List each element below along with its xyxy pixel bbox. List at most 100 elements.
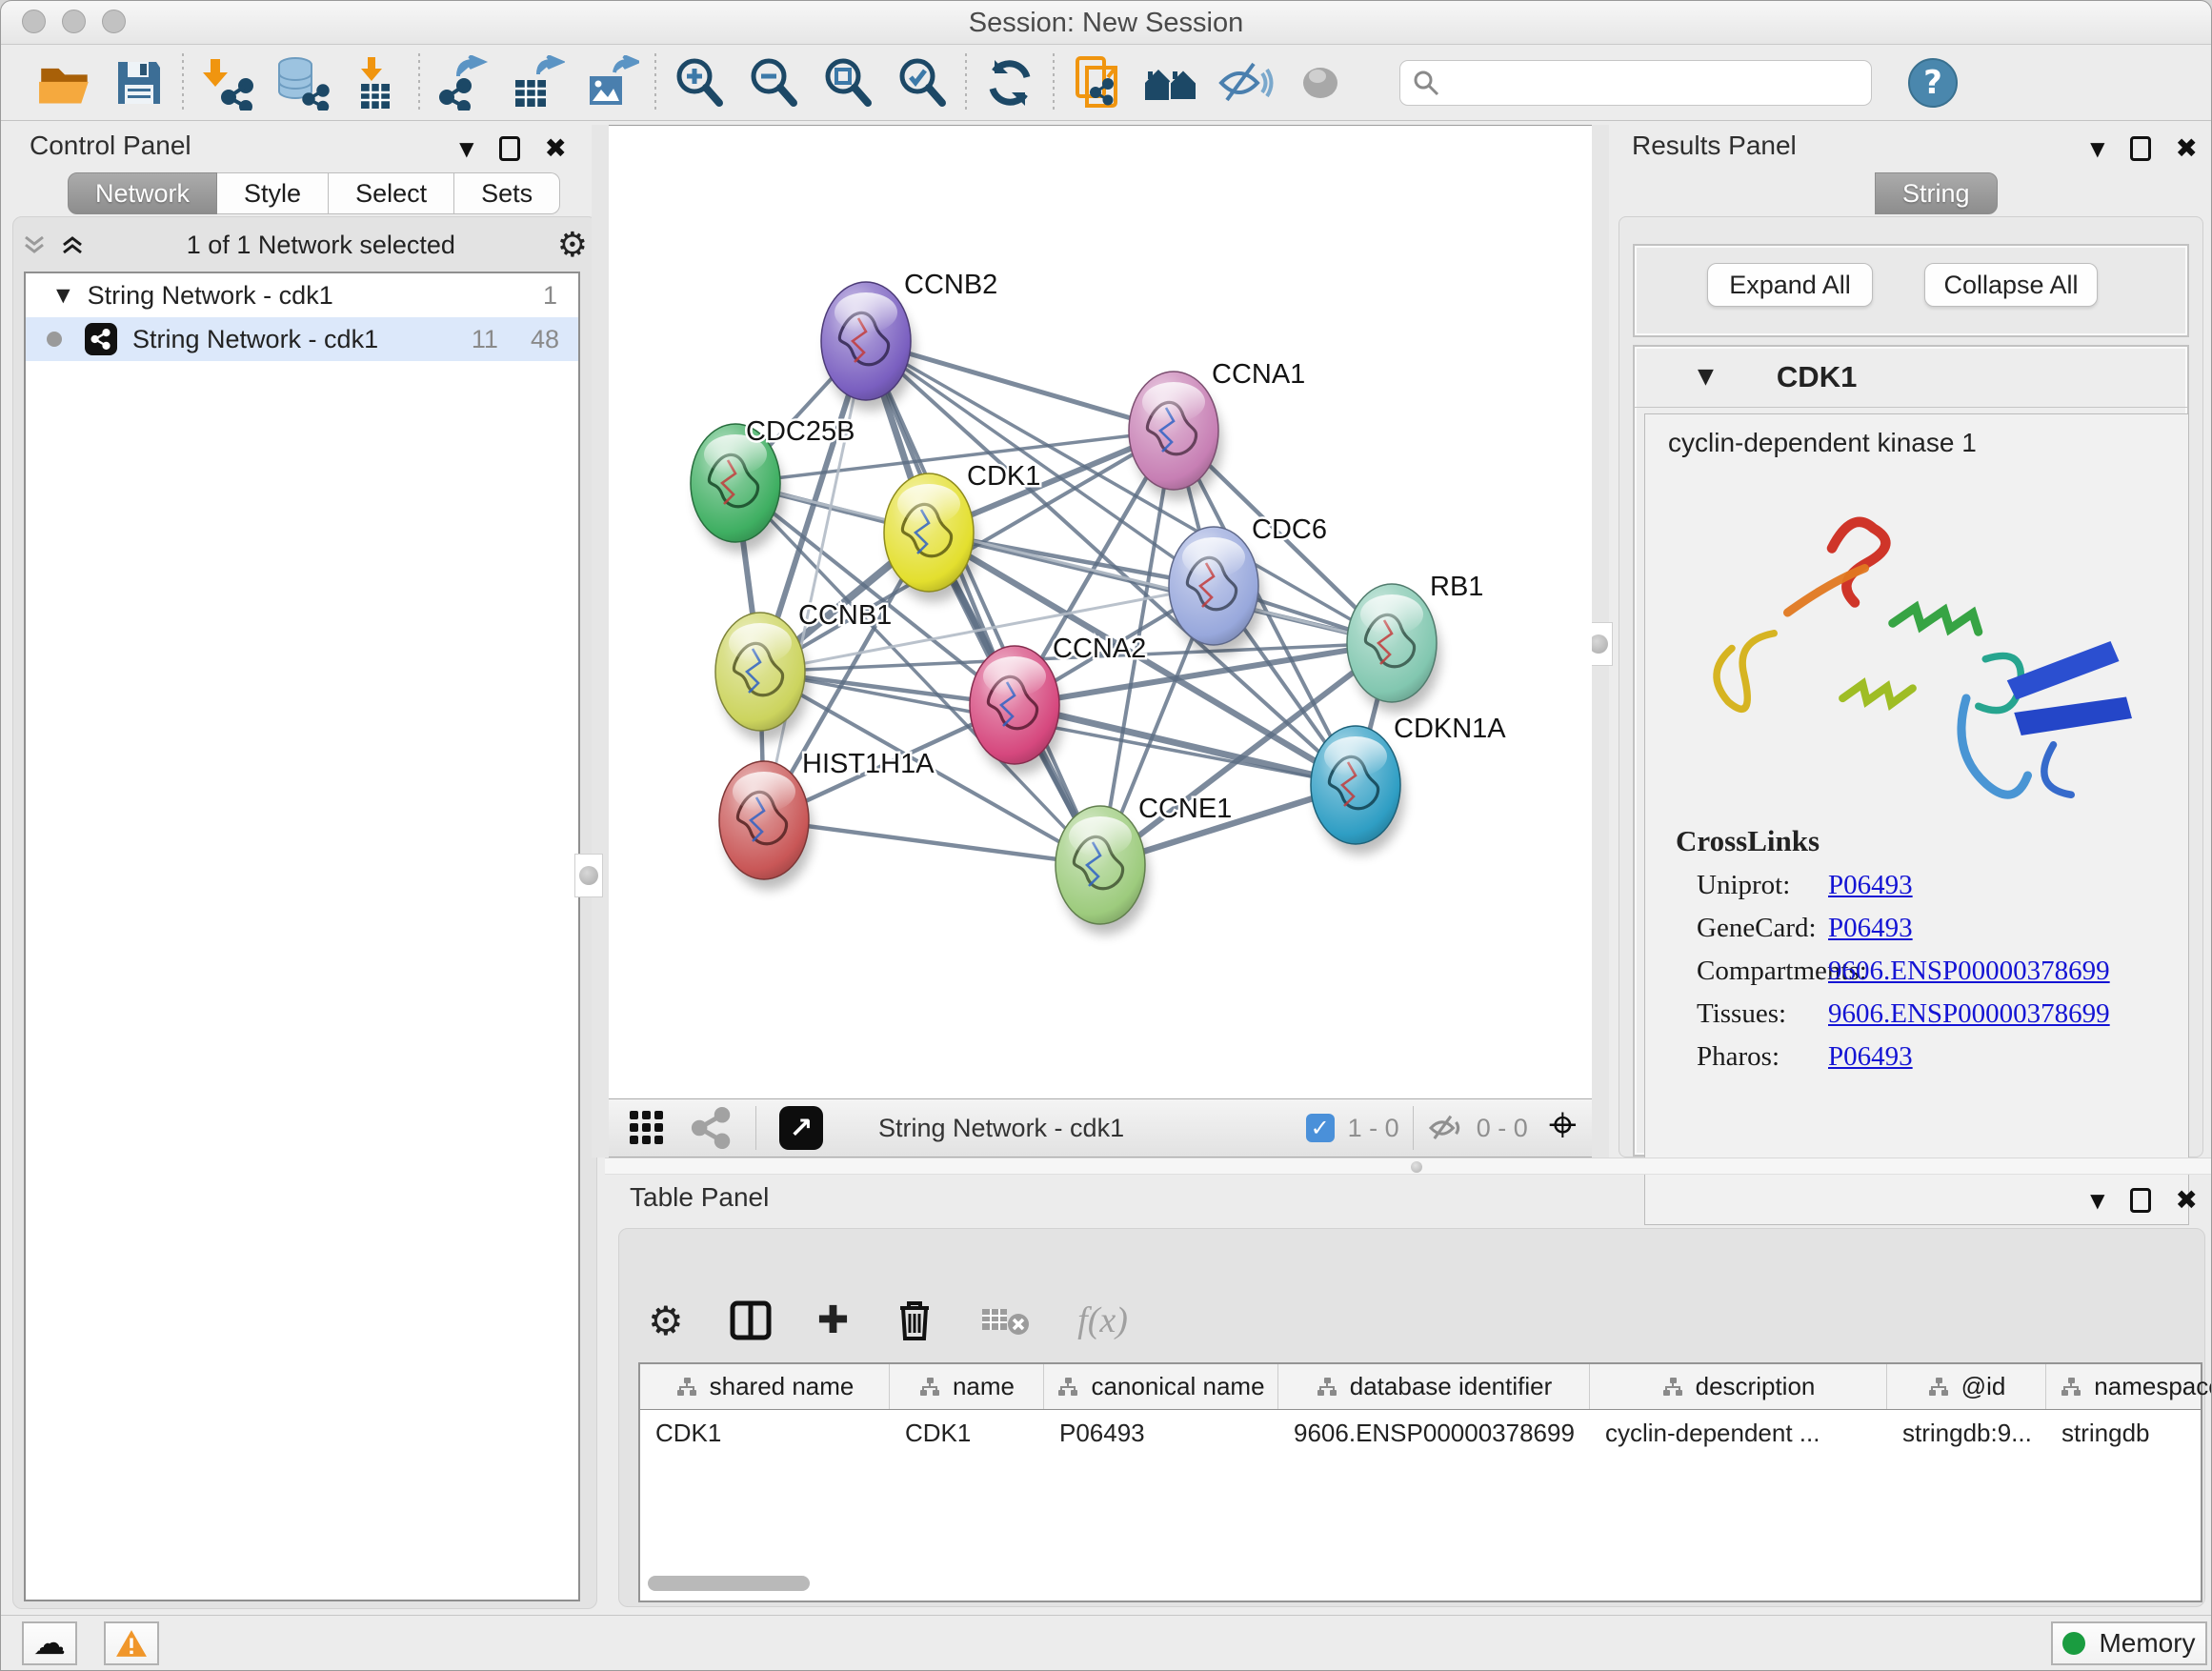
table-cell[interactable]: CDK1 (640, 1410, 890, 1456)
control-panel-float-icon[interactable] (499, 136, 520, 161)
node-CDKN1A[interactable]: CDKN1A (1311, 714, 1506, 855)
save-session-button[interactable] (102, 52, 176, 113)
hide-selected-button[interactable] (1209, 52, 1283, 113)
string-import-button[interactable] (1060, 52, 1135, 113)
results-panel-float-icon[interactable] (2130, 136, 2151, 161)
node-CCNE1[interactable]: CCNE1 (1056, 794, 1232, 935)
import-network-database-button[interactable] (264, 52, 338, 113)
column-header-canonical-name[interactable]: canonical name (1044, 1364, 1278, 1409)
search-field[interactable] (1399, 60, 1872, 106)
table-cell[interactable]: stringdb:9... (1887, 1410, 2046, 1456)
network-canvas[interactable]: CCNB2CCNA1CDC25BCDK1CDC6RB1CCNB1CCNA2CDK… (609, 125, 1592, 1098)
collapse-all-button[interactable]: Collapse All (1924, 263, 2098, 307)
tab-select[interactable]: Select (329, 172, 454, 214)
help-button[interactable]: ? (1908, 58, 1958, 108)
grid-view-icon[interactable] (628, 1109, 666, 1147)
node-entry-header[interactable]: ▼ CDK1 (1635, 347, 2187, 408)
node-CDC6[interactable]: CDC6 (1169, 514, 1327, 655)
import-network-file-button[interactable] (190, 52, 264, 113)
column-header-name[interactable]: name (890, 1364, 1044, 1409)
table-cell[interactable]: CDK1 (890, 1410, 1044, 1456)
share-view-icon[interactable] (691, 1107, 733, 1149)
column-header-@id[interactable]: @id (1887, 1364, 2046, 1409)
node-table[interactable]: shared namenamecanonical namedatabase id… (638, 1362, 2202, 1602)
first-neighbors-button[interactable] (1135, 52, 1209, 113)
birds-eye-view-button[interactable]: ↗ (779, 1106, 823, 1150)
node-CDC25B[interactable]: CDC25B (691, 416, 855, 553)
edge-CCNA2-CDKN1A[interactable] (1015, 705, 1356, 785)
column-header-namespace[interactable]: namespace (2046, 1364, 2212, 1409)
import-table-file-button[interactable] (338, 52, 412, 113)
memory-button[interactable]: Memory (2051, 1621, 2207, 1665)
open-session-button[interactable] (28, 52, 102, 113)
table-panel-close-icon[interactable]: ✖ (2176, 1184, 2198, 1216)
collapse-all-networks-icon[interactable] (22, 233, 47, 256)
results-panel-collapse-icon[interactable]: ▼ (2090, 137, 2104, 160)
selected-checkbox[interactable]: ✓ (1306, 1114, 1335, 1142)
crosslink-link[interactable]: P06493 (1828, 913, 1913, 944)
network-options-gear-icon[interactable]: ⚙ (557, 226, 588, 265)
zoom-in-button[interactable] (662, 52, 736, 113)
cloud-status-button[interactable]: ☁ (22, 1621, 77, 1665)
crosshair-icon[interactable]: ⌖ (1549, 1097, 1577, 1155)
table-cell[interactable]: stringdb (2046, 1410, 2212, 1456)
control-panel-collapse-icon[interactable]: ▼ (459, 137, 473, 160)
column-header-description[interactable]: description (1590, 1364, 1887, 1409)
node-RB1[interactable]: RB1 (1347, 572, 1483, 713)
column-header-database-identifier[interactable]: database identifier (1278, 1364, 1590, 1409)
delete-table-icon[interactable] (980, 1301, 1032, 1339)
table-splitter-handle[interactable] (1411, 1161, 1422, 1173)
network-collection-row[interactable]: ▼ String Network - cdk1 1 (26, 273, 578, 317)
delete-column-icon[interactable] (895, 1299, 935, 1342)
edge-CCNE1-HIST1H1A[interactable] (764, 820, 1100, 865)
export-network-button[interactable] (426, 52, 500, 113)
table-options-gear-icon[interactable]: ⚙ (648, 1298, 684, 1344)
expand-all-button[interactable]: Expand All (1707, 263, 1873, 307)
zoom-fit-button[interactable] (811, 52, 885, 113)
zoom-selected-button[interactable] (885, 52, 959, 113)
show-all-button[interactable] (1283, 52, 1357, 113)
tab-network[interactable]: Network (68, 172, 217, 214)
node-CDK1[interactable]: CDK1 (884, 461, 1040, 602)
crosslink-link[interactable]: P06493 (1828, 1041, 1913, 1073)
table-cell[interactable]: P06493 (1044, 1410, 1278, 1456)
zoom-out-button[interactable] (736, 52, 811, 113)
table-row[interactable]: CDK1CDK1P064939606.ENSP00000378699cyclin… (640, 1410, 2201, 1456)
node-CCNB1[interactable]: CCNB1 (715, 600, 892, 741)
expand-all-networks-icon[interactable] (60, 233, 85, 256)
string-network-graph[interactable]: CCNB2CCNA1CDC25BCDK1CDC6RB1CCNB1CCNA2CDK… (609, 126, 1592, 1099)
entry-expander-icon[interactable]: ▼ (1698, 365, 1714, 389)
table-splitter[interactable] (605, 1158, 2212, 1175)
edge-CCNB2-CCNE1[interactable] (866, 341, 1100, 865)
node-CCNB2[interactable]: CCNB2 (821, 270, 997, 411)
left-splitter[interactable] (592, 125, 609, 1158)
tab-sets[interactable]: Sets (454, 172, 560, 214)
table-panel-float-icon[interactable] (2130, 1188, 2151, 1213)
table-panel-collapse-icon[interactable]: ▼ (2090, 1189, 2104, 1212)
node-CCNA1[interactable]: CCNA1 (1129, 359, 1305, 500)
warnings-button[interactable] (104, 1621, 159, 1665)
results-panel-close-icon[interactable]: ✖ (2176, 132, 2198, 164)
hidden-eye-icon[interactable] (1427, 1113, 1465, 1143)
refresh-button[interactable] (973, 52, 1047, 113)
network-row[interactable]: String Network - cdk1 11 48 (26, 317, 578, 361)
table-cell[interactable]: cyclin-dependent ... (1590, 1410, 1887, 1456)
show-columns-icon[interactable] (730, 1299, 772, 1341)
table-cell[interactable]: 9606.ENSP00000378699 (1278, 1410, 1590, 1456)
node-HIST1H1A[interactable]: HIST1H1A (719, 749, 935, 890)
export-table-button[interactable] (500, 52, 574, 113)
crosslink-link[interactable]: 9606.ENSP00000378699 (1828, 998, 2110, 1030)
tab-style[interactable]: Style (217, 172, 329, 214)
tree-expander-icon[interactable]: ▼ (56, 285, 70, 306)
control-panel-close-icon[interactable]: ✖ (545, 132, 567, 164)
column-header-shared-name[interactable]: shared name (640, 1364, 890, 1409)
table-horizontal-scrollbar[interactable] (648, 1576, 810, 1591)
add-column-icon[interactable]: ✚ (817, 1299, 850, 1342)
tab-string[interactable]: String (1875, 172, 1998, 214)
left-splitter-handle[interactable] (574, 854, 603, 897)
export-image-button[interactable] (574, 52, 649, 113)
function-builder-icon[interactable]: f(x) (1077, 1299, 1128, 1341)
search-input[interactable] (1440, 67, 1860, 98)
crosslink-link[interactable]: P06493 (1828, 870, 1913, 901)
crosslink-link[interactable]: 9606.ENSP00000378699 (1828, 956, 2110, 987)
